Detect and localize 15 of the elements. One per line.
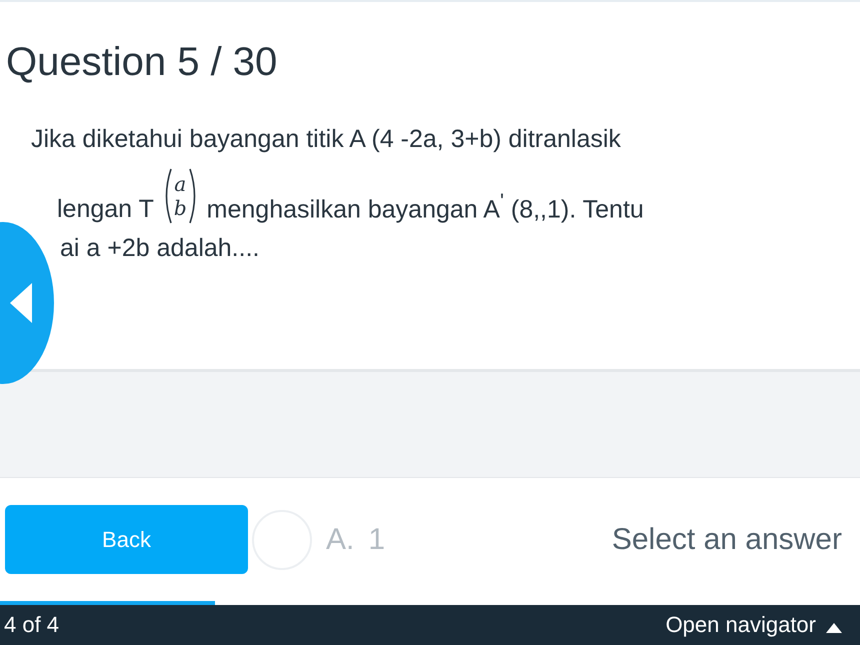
caret-up-icon <box>826 621 842 633</box>
option-label[interactable]: A. <box>326 522 354 556</box>
page-count: 4 of 4 <box>4 612 60 638</box>
left-triangle-icon <box>10 283 32 323</box>
option-text[interactable]: 1 <box>368 522 386 556</box>
open-navigator-button[interactable]: Open navigator <box>666 612 816 638</box>
vector-component: b <box>174 196 187 220</box>
vector-component: a <box>174 172 186 196</box>
question-title: Question 5 / 30 <box>6 40 278 85</box>
question-text: lengan T <box>57 195 154 224</box>
back-button[interactable]: Back <box>5 505 248 574</box>
question-text: menghasilkan bayangan A$^{'}$ (8,,1). Tentu <box>206 190 644 224</box>
answer-prompt: Select an answer <box>612 522 842 556</box>
question-text: ai a +2b adalah.... <box>60 234 260 263</box>
question-text: Jika diketahui bayangan titik A (4 -2a, 3+b) ditranlasik <box>31 125 622 154</box>
